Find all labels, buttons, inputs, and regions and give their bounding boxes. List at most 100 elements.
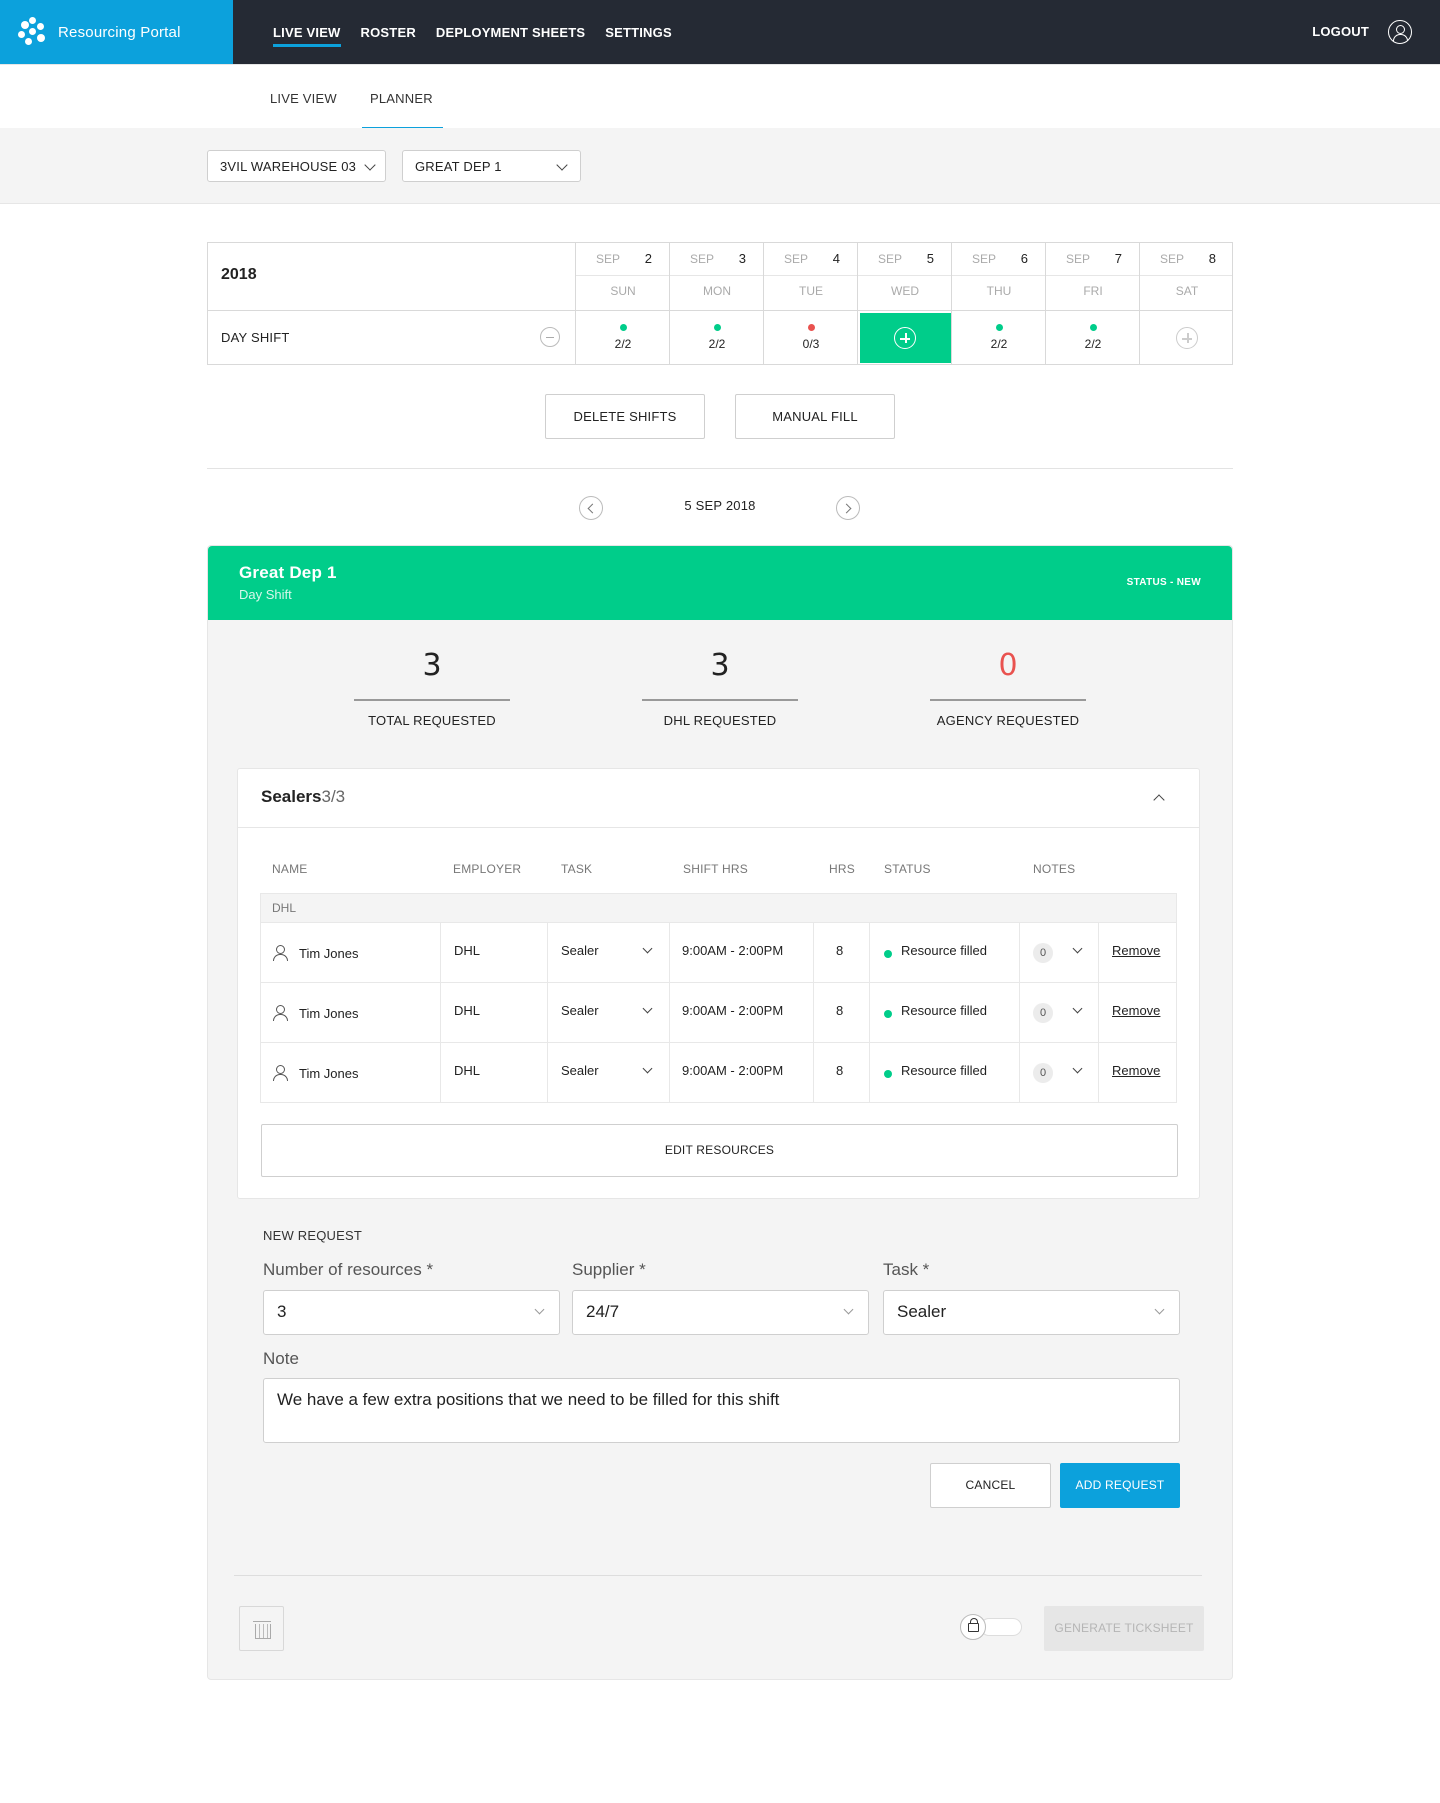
cell-status: Resource filled xyxy=(870,1043,1020,1102)
task-select[interactable]: Sealer xyxy=(883,1290,1180,1335)
panel-title: Sealers3/3 xyxy=(261,787,345,807)
nav-settings[interactable]: SETTINGS xyxy=(605,25,672,40)
row-shift: 9:00AM - 2:00PM xyxy=(682,1063,784,1078)
person-icon xyxy=(273,945,288,961)
department-select[interactable]: GREAT DEP 1 xyxy=(402,150,581,182)
day-cell-sun[interactable]: 2/2 xyxy=(576,311,670,365)
day-cell-thu[interactable]: 2/2 xyxy=(952,311,1046,365)
day-count: 2/2 xyxy=(708,337,726,351)
delete-shifts-button[interactable]: DELETE SHIFTS xyxy=(545,394,705,439)
row-name: Tim Jones xyxy=(299,1066,359,1081)
row-status: Resource filled xyxy=(901,1003,987,1018)
chevron-up-icon[interactable] xyxy=(1153,794,1165,806)
day-number: 8 xyxy=(1208,251,1216,266)
cell-name: Tim Jones xyxy=(261,923,441,982)
user-icon[interactable] xyxy=(1388,20,1412,44)
task-select[interactable]: Sealer xyxy=(548,983,670,1042)
day-head-sat: SEP 8 SAT xyxy=(1140,242,1234,310)
row-task: Sealer xyxy=(561,1063,599,1078)
remove-link[interactable]: Remove xyxy=(1112,1003,1160,1018)
day-weekday: FRI xyxy=(1083,284,1103,298)
col-task: TASK xyxy=(561,862,593,876)
day-cell-fri[interactable]: 2/2 xyxy=(1046,311,1140,365)
main-nav: LIVE VIEW ROSTER DEPLOYMENT SHEETS SETTI… xyxy=(273,0,692,64)
day-month: SEP xyxy=(596,252,621,266)
note-label: Note xyxy=(263,1349,299,1368)
sealers-panel: Sealers3/3 NAME EMPLOYER TASK SHIFT HRS … xyxy=(237,768,1200,1199)
panel-count: 3/3 xyxy=(321,787,346,806)
day-weekday: SAT xyxy=(1175,284,1199,298)
status-dot-green xyxy=(996,324,1003,331)
cell-hrs: 8 xyxy=(814,983,870,1042)
notes-count-badge: 0 xyxy=(1033,1063,1053,1083)
collapse-shift-icon[interactable] xyxy=(540,327,560,347)
new-request-title: NEW REQUEST xyxy=(263,1228,362,1243)
day-cell-mon[interactable]: 2/2 xyxy=(670,311,764,365)
task-select[interactable]: Sealer xyxy=(548,923,670,982)
remove-link[interactable]: Remove xyxy=(1112,1063,1160,1078)
task-select[interactable]: Sealer xyxy=(548,1043,670,1102)
stat-value: 0 xyxy=(998,648,1018,683)
manual-fill-button[interactable]: MANUAL FILL xyxy=(735,394,895,439)
day-head-mon: SEP 3 MON xyxy=(670,242,764,310)
day-month: SEP xyxy=(1066,252,1091,266)
supplier-select[interactable]: 24/7 xyxy=(572,1290,869,1335)
remove-link[interactable]: Remove xyxy=(1112,943,1160,958)
resources-select[interactable]: 3 xyxy=(263,1290,560,1335)
task-label: Task * xyxy=(883,1260,930,1279)
day-weekday: MON xyxy=(703,284,731,298)
edit-resources-button[interactable]: EDIT RESOURCES xyxy=(261,1124,1178,1177)
logout-link[interactable]: LOGOUT xyxy=(1312,24,1369,39)
person-icon xyxy=(273,1005,288,1021)
notes-select[interactable]: 0 xyxy=(1020,1043,1099,1102)
status-dot-green xyxy=(714,324,721,331)
warehouse-select[interactable]: 3VIL WAREHOUSE 03 xyxy=(207,150,386,182)
table-row: Tim Jones DHL Sealer 9:00AM - 2:00PM 8 R… xyxy=(260,1043,1177,1103)
day-number: 2 xyxy=(644,251,652,266)
cancel-button[interactable]: CANCEL xyxy=(930,1463,1051,1508)
day-month: SEP xyxy=(878,252,903,266)
lock-toggle[interactable] xyxy=(960,1614,1022,1640)
day-cell-sat[interactable] xyxy=(1140,311,1234,365)
col-notes: NOTES xyxy=(1033,862,1076,876)
subnav-live-view[interactable]: LIVE VIEW xyxy=(270,91,337,106)
row-shift: 9:00AM - 2:00PM xyxy=(682,1003,784,1018)
brand[interactable]: Resourcing Portal xyxy=(0,0,233,64)
note-textarea[interactable]: We have a few extra positions that we ne… xyxy=(263,1378,1180,1443)
cell-status: Resource filled xyxy=(870,983,1020,1042)
generate-ticksheet-button[interactable]: GENERATE TICKSHEET xyxy=(1044,1606,1204,1651)
status-dot-green xyxy=(884,1010,892,1018)
delete-button[interactable] xyxy=(239,1606,284,1651)
row-status: Resource filled xyxy=(901,943,987,958)
cell-employer: DHL xyxy=(441,1043,548,1102)
prev-date-icon[interactable] xyxy=(579,496,603,520)
notes-select[interactable]: 0 xyxy=(1020,983,1099,1042)
day-count: 2/2 xyxy=(990,337,1008,351)
nav-live-view[interactable]: LIVE VIEW xyxy=(273,25,341,47)
notes-select[interactable]: 0 xyxy=(1020,923,1099,982)
divider xyxy=(207,468,1233,469)
add-circle-icon xyxy=(1176,327,1198,349)
week-grid: 2018 SEP 2 SUN SEP 3 MON SEP 4 TUE SEP 5… xyxy=(207,242,1233,365)
person-icon xyxy=(273,1065,288,1081)
shift-label: DAY SHIFT xyxy=(221,330,290,345)
row-name: Tim Jones xyxy=(299,1006,359,1021)
chevron-down-icon xyxy=(1154,1304,1165,1315)
nav-deployment-sheets[interactable]: DEPLOYMENT SHEETS xyxy=(436,25,585,40)
day-weekday: TUE xyxy=(799,284,823,298)
brand-name: Resourcing Portal xyxy=(58,23,181,41)
chevron-down-icon xyxy=(642,1003,653,1014)
row-shift: 9:00AM - 2:00PM xyxy=(682,943,784,958)
day-head-tue: SEP 4 TUE xyxy=(764,242,858,310)
status-dot-green xyxy=(620,324,627,331)
add-request-button[interactable]: ADD REQUEST xyxy=(1060,1463,1180,1508)
stat-label: DHL REQUESTED xyxy=(663,713,777,728)
day-cell-wed-selected[interactable] xyxy=(860,313,951,363)
next-date-icon[interactable] xyxy=(836,496,860,520)
cell-shift-hrs: 9:00AM - 2:00PM xyxy=(670,1043,814,1102)
day-cell-tue[interactable]: 0/3 xyxy=(764,311,858,365)
subnav-planner[interactable]: PLANNER xyxy=(362,91,443,130)
supplier-value: 24/7 xyxy=(586,1302,620,1321)
task-value: Sealer xyxy=(897,1302,947,1321)
nav-roster[interactable]: ROSTER xyxy=(361,25,416,40)
